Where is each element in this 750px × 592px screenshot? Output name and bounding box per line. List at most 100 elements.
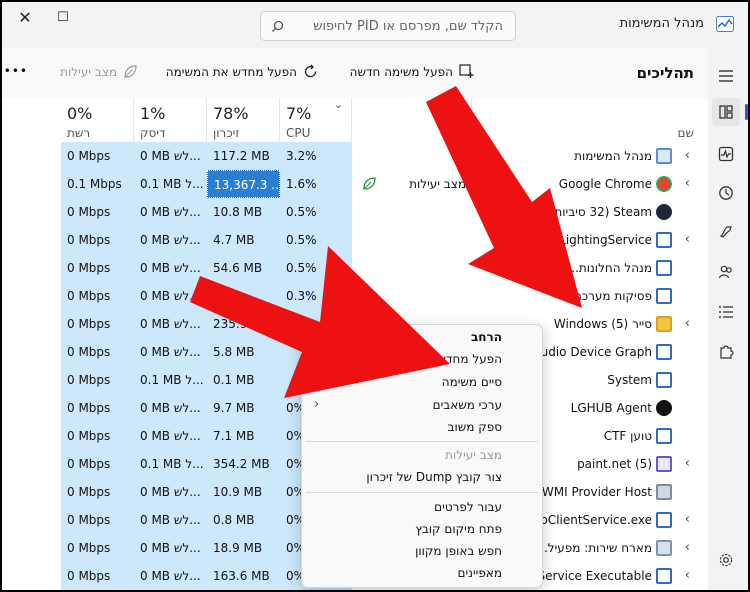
- maximize-button[interactable]: ☐: [40, 2, 86, 32]
- column-status[interactable]: [352, 98, 472, 146]
- expand-chevron-icon[interactable]: ›: [685, 450, 690, 478]
- process-name: UsbClientService.exe: [525, 513, 652, 527]
- status-cell: [352, 198, 472, 226]
- nav-settings[interactable]: [712, 546, 740, 574]
- folder-icon: [656, 316, 672, 332]
- expand-chevron-icon[interactable]: ›: [685, 506, 690, 534]
- table-row[interactable]: 0 Mbps 0 MB לש... 10.8 MB 0.5% Steam (32 סיב…: [2, 198, 708, 226]
- expand-chevron-icon[interactable]: ›: [685, 534, 690, 562]
- expand-chevron-icon[interactable]: ›: [685, 562, 690, 590]
- disk-cell: 0 MB לש...: [134, 478, 207, 506]
- context-menu: הרחב הפעל מחדש סיים משימה ערכי משאבים ‹ ס…: [301, 324, 543, 588]
- nav-users[interactable]: [712, 258, 740, 286]
- menu-end-task[interactable]: סיים משימה: [302, 370, 542, 394]
- memory-cell: 354.2 MB: [207, 450, 280, 478]
- disk-cell: 0.1 MB ל...: [134, 170, 207, 198]
- process-name: Audio Device Graph: [532, 345, 652, 359]
- wmi-icon: [656, 484, 672, 500]
- expand-chevron-icon[interactable]: ›: [685, 310, 690, 338]
- table-row[interactable]: 0.1 Mbps 0.1 MB ל... 13,367.3 ... 1.6% מצב י…: [2, 170, 708, 198]
- window-icon: [656, 428, 672, 444]
- disk-cell: 0.1 MB ל...: [134, 366, 207, 394]
- menu-search-online[interactable]: חפש באופן מקוון: [302, 539, 542, 563]
- table-row[interactable]: 0 Mbps 0 MB לש... 4.7 MB 0.5% LightingServic…: [2, 226, 708, 254]
- nav-details[interactable]: [712, 298, 740, 326]
- memory-cell: 13,367.3 ...: [207, 170, 280, 198]
- column-cpu[interactable]: 7% CPU ⌄: [280, 98, 352, 146]
- menu-feedback[interactable]: ספק משוב: [302, 415, 542, 439]
- process-name: סייר Windows (5): [553, 317, 652, 331]
- process-name-cell: פסיקות מערכת: [472, 282, 708, 310]
- logitech-icon: [656, 400, 672, 416]
- nav-app-history[interactable]: [712, 179, 740, 207]
- process-name: WMI Provider Host: [541, 485, 652, 499]
- menu-create-dump[interactable]: צור קובץ Dump של זיכרון: [302, 465, 542, 489]
- disk-cell: 0 MB לש...: [134, 310, 207, 338]
- network-cell: 0 Mbps: [61, 394, 134, 422]
- memory-cell: 4.7 MB: [207, 226, 280, 254]
- hamburger-menu-button[interactable]: [712, 62, 740, 90]
- restart-task-button[interactable]: הפעל מחדש את המשימה: [166, 64, 318, 79]
- nav-processes[interactable]: [712, 98, 748, 126]
- network-cell: 0 Mbps: [61, 254, 134, 282]
- memory-cell: 54.6 MB: [207, 254, 280, 282]
- memory-cell: 18.9 MB: [207, 534, 280, 562]
- table-row[interactable]: 0 Mbps 0 MB לש... 0.3% פסיקות מערכת: [2, 282, 708, 310]
- cpu-cell: 0.5%: [280, 198, 352, 226]
- status-cell: מצב יעילות: [352, 170, 472, 198]
- nav-services[interactable]: [712, 338, 740, 366]
- memory-total: 78%: [213, 104, 249, 123]
- task-manager-icon: [656, 148, 672, 164]
- menu-open-file-location[interactable]: פתח מיקום קובץ: [302, 517, 542, 541]
- network-cell: 0 Mbps: [61, 506, 134, 534]
- task-manager-window: ✕ ☐ הקלד שם, מפרסם או PID לחיפוש מנהל המ…: [0, 0, 750, 592]
- menu-resource-values[interactable]: ערכי משאבים ‹: [302, 393, 542, 417]
- paint-net-icon: [656, 456, 672, 472]
- more-options-button[interactable]: •••: [4, 64, 28, 78]
- window-icon: [656, 512, 672, 528]
- expand-chevron-icon[interactable]: ›: [685, 170, 690, 198]
- run-new-task-label: הפעל משימה חדשה: [349, 64, 453, 79]
- search-placeholder: הקלד שם, מפרסם או PID לחיפוש: [313, 18, 503, 34]
- hamburger-icon: [719, 70, 733, 82]
- memory-cell: 10.8 MB: [207, 198, 280, 226]
- sort-chevron-icon: ⌄: [333, 98, 343, 111]
- column-disk[interactable]: 1% דיסק: [134, 98, 207, 146]
- menu-efficiency-mode[interactable]: מצב יעילות: [302, 443, 542, 467]
- processes-icon: [719, 105, 733, 119]
- process-name: מארח שירות: מפעיל...: [536, 541, 652, 555]
- table-row[interactable]: 0 Mbps 0 MB לש... 117.2 MB 3.2% מנהל המשימות…: [2, 142, 708, 170]
- run-new-task-button[interactable]: הפעל משימה חדשה: [350, 64, 474, 79]
- window-icon: [656, 232, 672, 248]
- column-name[interactable]: שם: [472, 98, 708, 146]
- navigation-rail: [704, 48, 748, 590]
- expand-chevron-icon[interactable]: ›: [685, 226, 690, 254]
- menu-restart[interactable]: הפעל מחדש: [302, 347, 542, 371]
- search-input[interactable]: הקלד שם, מפרסם או PID לחיפוש: [260, 11, 516, 41]
- cpu-cell: 0.5%: [280, 226, 352, 254]
- network-cell: 0 Mbps: [61, 338, 134, 366]
- cpu-label: CPU: [286, 126, 311, 140]
- menu-properties[interactable]: מאפיינים: [302, 561, 542, 585]
- history-icon: [719, 186, 733, 200]
- column-network[interactable]: 0% רשת: [61, 98, 134, 146]
- disk-cell: 0 MB לש...: [134, 422, 207, 450]
- table-row[interactable]: 0 Mbps 0 MB לש... 54.6 MB 0.5% מנהל החלונות.…: [2, 254, 708, 282]
- nav-startup[interactable]: [712, 218, 740, 246]
- process-name-cell: מנהל המשימות ›: [472, 142, 708, 170]
- disk-cell: 0 MB לש...: [134, 338, 207, 366]
- memory-cell: 235.9: [207, 310, 280, 338]
- nav-performance[interactable]: [712, 140, 740, 168]
- expand-chevron-icon[interactable]: ›: [685, 142, 690, 170]
- memory-cell: 117.2 MB: [207, 142, 280, 170]
- name-label: שם: [677, 126, 694, 140]
- leaf-icon: [124, 65, 137, 78]
- memory-cell: [207, 282, 280, 310]
- efficiency-mode-button[interactable]: מצב יעילות: [60, 64, 138, 79]
- cpu-cell: 0.3%: [280, 282, 352, 310]
- network-label: רשת: [67, 126, 91, 140]
- column-memory[interactable]: 78% זיכרון: [207, 98, 280, 146]
- menu-expand[interactable]: הרחב: [302, 325, 542, 349]
- menu-go-to-details[interactable]: עבור לפרטים: [302, 495, 542, 519]
- chrome-icon: [656, 176, 672, 192]
